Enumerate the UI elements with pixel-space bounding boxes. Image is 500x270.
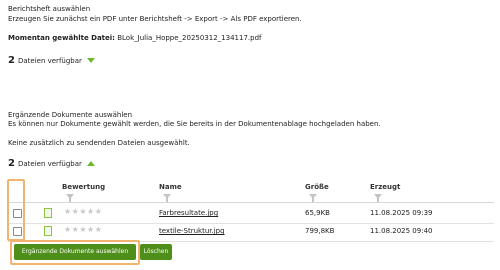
column-header-created[interactable]: Erzeugt (370, 183, 400, 191)
file-name-link[interactable]: Farbresultate.jpg (159, 209, 218, 217)
selected-file-name: BLok_Julia_Hoppe_20250312_134117.pdf (117, 34, 262, 42)
rating-stars[interactable]: ★★★★★ (64, 207, 102, 216)
report-file-count: 2 (8, 55, 15, 66)
supplement-status: Keine zusätzlich zu sendenden Dateien au… (8, 139, 190, 147)
rating-stars[interactable]: ★★★★★ (64, 225, 102, 234)
table-header: Bewertung Name Größe Erzeugt (8, 179, 494, 203)
report-file-count-label: Dateien verfügbar (17, 56, 82, 65)
select-documents-button[interactable]: Ergänzende Dokumente auswählen (14, 244, 136, 260)
file-created: 11.08.2025 09:40 (370, 227, 433, 235)
documents-table: Bewertung Name Größe Erzeugt ★★★★★ Farbr… (8, 179, 494, 242)
filter-rating-icon[interactable] (66, 194, 74, 202)
expand-chevron-icon[interactable] (86, 58, 95, 63)
column-header-name[interactable]: Name (159, 183, 182, 191)
supplement-description: Es können nur Dokumente gewählt werden, … (8, 120, 381, 128)
table-row[interactable]: ★★★★★ Farbresultate.jpg 65,9KB 11.08.202… (8, 205, 494, 224)
delete-button[interactable]: Löschen (140, 244, 172, 260)
column-header-rating[interactable]: Bewertung (62, 183, 105, 191)
collapse-chevron-icon[interactable] (86, 161, 95, 166)
supplement-files-toggle[interactable]: 2 Dateien verfügbar (8, 158, 95, 169)
filter-size-icon[interactable] (309, 194, 317, 202)
checkbox-column-highlight (7, 179, 25, 241)
file-size: 799,8KB (305, 227, 335, 235)
document-selection-page: Berichtsheft auswählen Erzeugen Sie zunä… (0, 0, 500, 270)
file-icon (44, 226, 52, 236)
supplement-section-title: Ergänzende Dokumente auswählen (8, 111, 133, 119)
report-instruction: Erzeugen Sie zunächst ein PDF unter Beri… (8, 15, 302, 23)
selected-file-label: Momentan gewählte Datei: (8, 34, 115, 42)
column-header-size[interactable]: Größe (305, 183, 329, 191)
selected-file-line: Momentan gewählte Datei: BLok_Julia_Hopp… (8, 34, 261, 43)
file-size: 65,9KB (305, 209, 330, 217)
report-files-toggle[interactable]: 2 Dateien verfügbar (8, 55, 95, 66)
supplement-file-count-label: Dateien verfügbar (17, 159, 82, 168)
file-created: 11.08.2025 09:39 (370, 209, 433, 217)
filter-created-icon[interactable] (374, 194, 382, 202)
file-name-link[interactable]: textile-Struktur.jpg (159, 227, 225, 235)
filter-name-icon[interactable] (163, 194, 171, 202)
report-section-title: Berichtsheft auswählen (8, 5, 91, 13)
file-icon (44, 208, 52, 218)
supplement-file-count: 2 (8, 158, 15, 169)
